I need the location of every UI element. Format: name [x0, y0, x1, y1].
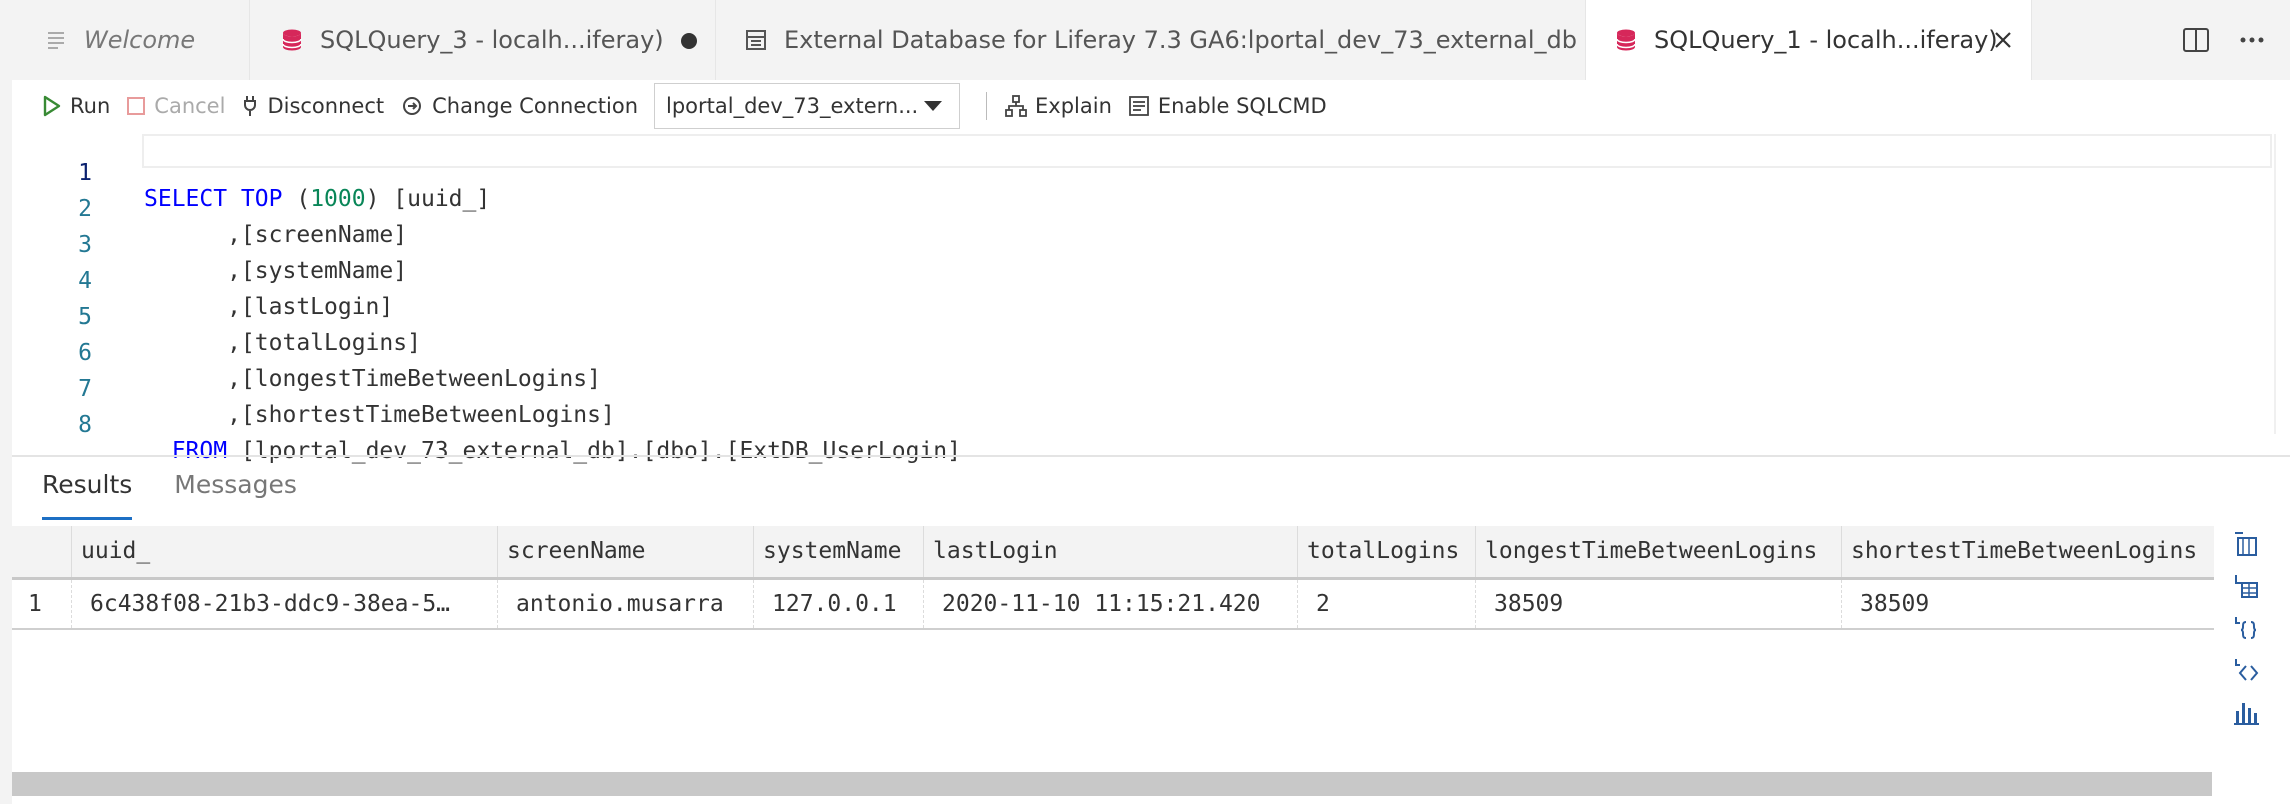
more-actions-icon[interactable]: [2234, 22, 2270, 58]
cancel-label: Cancel: [154, 94, 226, 118]
table-cell[interactable]: 127.0.0.1: [753, 580, 923, 628]
table-cell[interactable]: 38509: [1841, 580, 2214, 628]
stop-icon: [127, 97, 146, 115]
code-text: ,[systemName]: [144, 258, 408, 284]
unsaved-dot-icon[interactable]: [681, 33, 697, 49]
code-text: ,[screenName]: [144, 222, 408, 248]
current-line-highlight: [142, 134, 2272, 168]
tab-label: SQLQuery_1 - localh...iferay): [1654, 26, 1998, 54]
table-icon: [746, 30, 766, 50]
number-literal: 1000: [310, 186, 366, 212]
code-line-6: 6 ,[longestTimeBetweenLogins]: [12, 314, 601, 392]
toolbar-separator: [986, 92, 988, 120]
table-cell[interactable]: 38509: [1475, 580, 1841, 628]
results-tabs: Results Messages: [42, 470, 339, 520]
code-line-3: 3 ,[systemName]: [12, 206, 407, 284]
editor-tab-bar: Welcome SQLQuery_3 - localh...iferay) Ex…: [12, 0, 2290, 80]
code-text: ) [uuid_]: [365, 186, 491, 212]
tab-sqlquery-3[interactable]: SQLQuery_3 - localh...iferay): [250, 0, 716, 80]
explain-tree-icon: [1005, 95, 1027, 117]
database-icon: [282, 29, 302, 51]
keyword: FROM: [171, 438, 228, 464]
column-header[interactable]: longestTimeBetweenLogins: [1475, 526, 1841, 577]
results-actions: [2228, 526, 2268, 736]
row-number: 1: [28, 591, 42, 617]
tab-label: Welcome: [84, 26, 196, 54]
database-select-value: lportal_dev_73_extern...: [666, 94, 919, 118]
table-cell[interactable]: 6c438f08-21b3-ddc9-38ea-5…: [71, 580, 497, 628]
column-header[interactable]: screenName: [497, 526, 753, 577]
code-text: [lportal_dev_73_external_db].[dbo].[ExtD…: [227, 438, 961, 464]
document-lines-icon: [48, 32, 64, 49]
disconnect-button[interactable]: Disconnect: [241, 94, 384, 118]
save-as-json-icon[interactable]: [2228, 610, 2264, 646]
column-header[interactable]: uuid_: [71, 526, 497, 577]
code-line-2: 2 ,[screenName]: [12, 170, 407, 248]
overview-ruler: [2274, 134, 2276, 434]
database-icon: [1616, 29, 1636, 51]
horizontal-scrollbar[interactable]: [12, 772, 2212, 796]
tab-external-database[interactable]: External Database for Liferay 7.3 GA6:lp…: [716, 0, 1586, 80]
column-header[interactable]: shortestTimeBetweenLogins: [1841, 526, 2214, 577]
code-text: ,[lastLogin]: [144, 294, 394, 320]
code-line-4: 4 ,[lastLogin]: [12, 242, 393, 320]
code-line-5: 5 ,[totalLogins]: [12, 278, 421, 356]
table-row[interactable]: 1 6c438f08-21b3-ddc9-38ea-5… antonio.mus…: [12, 580, 2214, 630]
save-as-csv-icon[interactable]: [2228, 526, 2264, 562]
code-line-7: 7 ,[shortestTimeBetweenLogins]: [12, 350, 615, 428]
split-editor-icon[interactable]: [2178, 22, 2214, 58]
tab-messages[interactable]: Messages: [174, 470, 297, 520]
save-as-excel-icon[interactable]: [2228, 568, 2264, 604]
keyword: SELECT TOP: [144, 186, 283, 212]
explain-label: Explain: [1035, 94, 1112, 118]
chart-icon[interactable]: [2228, 694, 2264, 730]
table-cell[interactable]: antonio.musarra: [497, 580, 753, 628]
run-button[interactable]: Run: [42, 94, 110, 118]
enable-sqlcmd-button[interactable]: Enable SQLCMD: [1128, 94, 1327, 118]
database-select[interactable]: lportal_dev_73_extern...: [654, 83, 961, 129]
tab-sqlquery-1[interactable]: SQLQuery_1 - localh...iferay): [1586, 0, 2032, 80]
plug-icon: [244, 96, 257, 116]
code-line-8: 8 FROM [lportal_dev_73_external_db].[dbo…: [12, 386, 961, 464]
disconnect-label: Disconnect: [267, 94, 385, 118]
code-text: ,[shortestTimeBetweenLogins]: [144, 402, 615, 428]
tab-label: External Database for Liferay 7.3 GA6:lp…: [784, 26, 1578, 54]
query-editor[interactable]: 1 SELECT TOP (1000) [uuid_] 2 ,[screenNa…: [12, 134, 2290, 464]
sqlcmd-label: Enable SQLCMD: [1157, 94, 1327, 118]
change-connection-label: Change Connection: [432, 94, 639, 118]
table-cell[interactable]: 2020-11-10 11:15:21.420: [923, 580, 1297, 628]
column-header[interactable]: totalLogins: [1297, 526, 1475, 577]
grid-header: uuid_ screenName systemName lastLogin to…: [12, 526, 2214, 580]
cancel-button[interactable]: Cancel: [126, 94, 225, 118]
tab-label: SQLQuery_3 - localh...iferay): [320, 26, 664, 54]
tab-results[interactable]: Results: [42, 470, 133, 520]
code-text: (: [282, 186, 311, 212]
save-as-xml-icon[interactable]: [2228, 652, 2264, 688]
change-connection-button[interactable]: Change Connection: [400, 94, 638, 118]
left-strip: [0, 0, 12, 804]
results-grid[interactable]: uuid_ screenName systemName lastLogin to…: [12, 526, 2214, 630]
change-connection-icon: [403, 97, 422, 115]
chevron-down-icon: [924, 101, 943, 111]
query-toolbar: Run Cancel Disconnect Change Connection …: [12, 80, 2290, 132]
row-number-header[interactable]: [12, 526, 71, 577]
close-icon[interactable]: [1989, 26, 2017, 54]
code-text: ,[longestTimeBetweenLogins]: [144, 366, 601, 392]
column-header[interactable]: lastLogin: [923, 526, 1297, 577]
explain-button[interactable]: Explain: [1005, 94, 1112, 118]
play-icon: [43, 95, 61, 117]
run-label: Run: [70, 94, 111, 118]
sqlcmd-icon: [1128, 96, 1149, 116]
column-header[interactable]: systemName: [753, 526, 923, 577]
panel-divider[interactable]: [12, 455, 2290, 457]
table-cell[interactable]: 2: [1297, 580, 1475, 628]
tabbar-actions: [2178, 0, 2290, 80]
tab-welcome[interactable]: Welcome: [12, 0, 250, 80]
code-text: ,[totalLogins]: [144, 330, 421, 356]
line-number: 8: [78, 412, 92, 438]
code-line-1: 1 SELECT TOP (1000) [uuid_]: [12, 134, 490, 212]
